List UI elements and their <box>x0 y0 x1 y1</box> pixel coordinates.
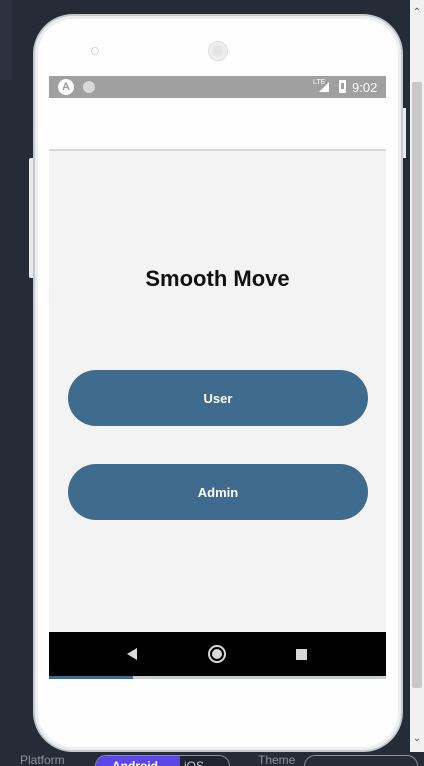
status-bar: A LTE 9:02 <box>49 76 386 98</box>
app-title: Smooth Move <box>145 266 290 291</box>
platform-android-option[interactable]: Android <box>96 756 180 766</box>
platform-toggle[interactable]: Android iOS <box>95 755 230 766</box>
scroll-down-icon[interactable]: ⌄ <box>410 732 424 746</box>
signal-icon <box>319 82 329 92</box>
recent-apps-icon[interactable] <box>296 649 307 660</box>
battery-icon <box>339 80 346 93</box>
loading-progress-bar <box>49 676 386 679</box>
side-panel-strip <box>0 0 12 80</box>
back-icon[interactable] <box>127 648 137 660</box>
device-frame: A LTE 9:02 Smooth Move User Admin <box>33 14 403 752</box>
theme-label: Theme <box>258 753 296 766</box>
app-a-icon: A <box>58 79 74 95</box>
scroll-thumb[interactable] <box>412 82 422 688</box>
speaker-icon <box>208 41 228 61</box>
platform-ios-option[interactable]: iOS <box>184 756 204 766</box>
admin-button[interactable]: Admin <box>68 464 368 520</box>
scrollbar[interactable]: ⌃ ⌄ <box>410 0 424 752</box>
admin-button-label: Admin <box>197 484 239 500</box>
app-header <box>49 98 386 151</box>
bottom-toolbar: Platform Android iOS Theme <box>0 752 424 766</box>
notification-dot-icon <box>83 81 95 93</box>
status-time: 9:02 <box>352 80 378 95</box>
theme-select[interactable] <box>304 755 418 766</box>
home-icon[interactable] <box>208 645 226 663</box>
device-screen: A LTE 9:02 Smooth Move User Admin <box>49 76 386 677</box>
loading-progress-fill <box>49 676 134 679</box>
user-button[interactable]: User <box>68 370 368 426</box>
navigation-bar <box>49 632 386 677</box>
user-button-label: User <box>203 390 233 406</box>
platform-label: Platform <box>20 753 65 766</box>
scroll-up-icon[interactable]: ⌃ <box>410 6 424 20</box>
camera-icon <box>91 47 99 55</box>
